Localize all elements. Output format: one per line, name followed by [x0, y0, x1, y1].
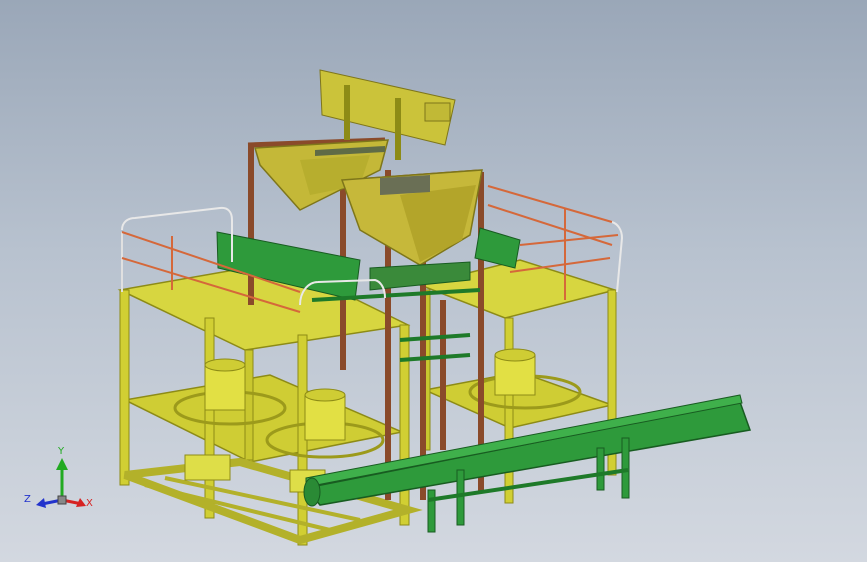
- z-axis-label: Z: [24, 494, 31, 505]
- cad-viewport[interactable]: Y X Z: [0, 0, 867, 562]
- y-axis-label: Y: [57, 446, 65, 457]
- machine-model[interactable]: [0, 0, 867, 562]
- hopper-front: [340, 169, 483, 266]
- axis-triad: Y X Z: [24, 446, 93, 509]
- triad-origin: [57, 495, 67, 505]
- z-axis-arrow: [36, 498, 46, 508]
- x-axis-label: X: [86, 498, 93, 509]
- left-platform-frame: [117, 261, 423, 546]
- y-axis-arrow: [56, 458, 68, 470]
